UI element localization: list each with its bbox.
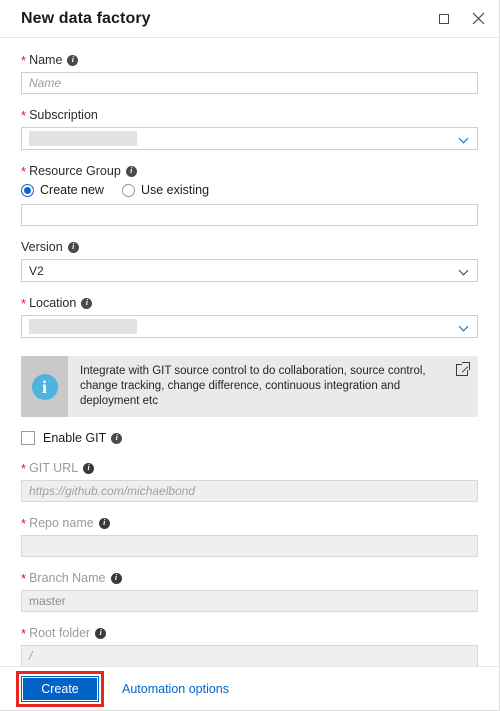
label-branch-name: * Branch Name i [21,570,478,586]
enable-git-checkbox[interactable] [21,431,35,445]
radio-indicator [121,183,135,197]
field-git-url: * GIT URL i https://github.com/michaelbo… [21,460,478,502]
label-text: Branch Name [29,571,106,585]
label-root-folder: * Root folder i [21,625,478,641]
window-actions [432,0,490,37]
label-location: * Location i [21,295,478,311]
info-icon[interactable]: i [67,54,79,66]
subscription-dropdown[interactable] [21,127,478,150]
required-asterisk: * [21,296,27,311]
close-x-icon [472,12,484,25]
chevron-down-icon [460,134,469,143]
required-asterisk: * [21,108,27,123]
label-subscription: * Subscription [21,107,478,123]
field-branch-name: * Branch Name i master [21,570,478,612]
label-git-url: * GIT URL i [21,460,478,476]
label-text: Resource Group [29,164,121,178]
blade-titlebar: New data factory [0,0,499,38]
field-location: * Location i [21,295,478,338]
radio-label: Create new [40,183,104,197]
name-input-placeholder: Name [29,76,62,90]
label-text: Subscription [29,108,98,122]
label-text: GIT URL [29,461,79,475]
git-url-input[interactable]: https://github.com/michaelbond [21,480,478,502]
banner-external-link-button[interactable] [446,356,478,417]
radio-create-new[interactable]: Create new [21,183,104,197]
root-folder-placeholder: / [29,649,33,663]
new-data-factory-blade: New data factory * Name i Name * Subscri… [0,0,500,711]
external-link-icon [456,362,470,376]
create-button-highlight: Create [16,670,104,707]
name-input[interactable]: Name [21,72,478,94]
required-asterisk: * [21,53,27,68]
field-root-folder: * Root folder i / [21,625,478,667]
required-asterisk: * [21,516,27,531]
info-icon[interactable]: i [95,627,107,639]
location-dropdown[interactable] [21,315,478,338]
repo-name-input[interactable] [21,535,478,557]
label-text: Name [29,53,63,67]
subscription-redacted-value [29,131,137,146]
label-text: Location [29,296,77,310]
label-text: Root folder [29,626,91,640]
info-icon[interactable]: i [67,241,79,253]
version-selected-value: V2 [29,263,44,278]
banner-text: Integrate with GIT source control to do … [80,365,426,407]
resource-group-radio-group: Create new Use existing [21,183,478,197]
label-repo-name: * Repo name i [21,515,478,531]
info-circle-icon: i [31,373,58,400]
page-title: New data factory [21,9,151,27]
close-button[interactable] [466,7,490,31]
branch-name-input[interactable]: master [21,590,478,612]
blade-footer: Create Automation options [0,666,499,710]
radio-use-existing[interactable]: Use existing [121,183,210,197]
radio-label: Use existing [140,183,210,197]
info-icon[interactable]: i [81,297,93,309]
field-repo-name: * Repo name i [21,515,478,557]
resource-group-input[interactable] [21,204,478,226]
field-version: Version i V2 [21,239,478,282]
root-folder-input[interactable]: / [21,645,478,667]
new-data-factory-form: * Name i Name * Subscription * Resource … [0,38,499,667]
field-name: * Name i Name [21,52,478,94]
create-button[interactable]: Create [21,675,99,702]
git-url-placeholder: https://github.com/michaelbond [29,484,196,498]
label-text: Version [21,240,63,254]
info-icon[interactable]: i [98,517,110,529]
info-icon[interactable]: i [111,432,123,444]
automation-options-link[interactable]: Automation options [122,682,229,696]
git-info-banner: i Integrate with GIT source control to d… [21,356,478,417]
required-asterisk: * [21,461,27,476]
enable-git-checkbox-row[interactable]: Enable GIT i [21,431,478,445]
maximize-square-icon [439,13,449,24]
chevron-down-icon [460,266,469,275]
label-name: * Name i [21,52,478,68]
field-subscription: * Subscription [21,107,478,150]
required-asterisk: * [21,626,27,641]
banner-icon-cell: i [21,356,68,417]
info-icon[interactable]: i [110,572,122,584]
field-resource-group: * Resource Group i Create new Use existi… [21,163,478,226]
radio-indicator-selected [21,183,34,197]
location-redacted-value [29,319,137,334]
info-icon[interactable]: i [83,462,95,474]
enable-git-label: Enable GIT [43,431,107,445]
required-asterisk: * [21,571,27,586]
required-asterisk: * [21,164,27,179]
label-resource-group: * Resource Group i [21,163,478,179]
branch-name-value: master [29,594,66,608]
chevron-down-icon [460,322,469,331]
label-version: Version i [21,239,478,255]
label-text: Repo name [29,516,94,530]
version-dropdown[interactable]: V2 [21,259,478,282]
info-icon[interactable]: i [125,165,137,177]
maximize-button[interactable] [432,7,456,31]
